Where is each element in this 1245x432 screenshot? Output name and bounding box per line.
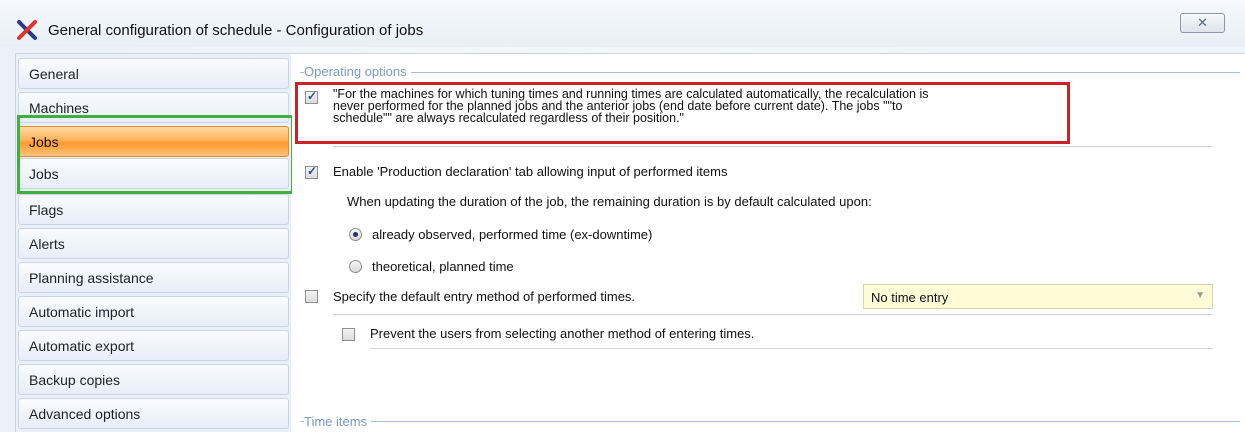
- group-divider: [300, 421, 1240, 422]
- group-divider: [300, 72, 1240, 73]
- sidebar-item-planning-assistance[interactable]: Planning assistance: [18, 262, 289, 293]
- entry-method-checkbox[interactable]: [305, 290, 318, 303]
- sidebar-item-label: Advanced options: [29, 406, 141, 422]
- check-icon: ✓: [307, 89, 318, 103]
- sidebar-item-label: Jobs: [29, 134, 59, 150]
- radio-observed-time-label: already observed, performed time (ex-dow…: [372, 227, 653, 242]
- sidebar-item-automatic-import[interactable]: Automatic import: [18, 296, 289, 327]
- duration-hint: When updating the duration of the job, t…: [347, 194, 872, 209]
- sidebar-item-label: Alerts: [29, 236, 65, 252]
- sidebar-item-advanced-options[interactable]: Advanced options: [18, 398, 289, 429]
- entry-method-select[interactable]: No time entry ▼: [863, 284, 1213, 309]
- chevron-down-icon: ▼: [1195, 290, 1205, 301]
- sidebar-item-machines[interactable]: Machines: [18, 92, 289, 123]
- radio-planned-time-label: theoretical, planned time: [372, 259, 514, 274]
- row-separator: [333, 146, 1213, 147]
- radio-planned-time[interactable]: [349, 260, 362, 273]
- production-declaration-label: Enable 'Production declaration' tab allo…: [333, 164, 728, 179]
- entry-method-value: No time entry: [871, 290, 949, 305]
- recalc-checkbox[interactable]: ✓: [305, 89, 318, 104]
- sidebar-item-label: Flags: [29, 202, 64, 218]
- sidebar-item-label: General: [29, 66, 79, 82]
- sidebar-item-label: Machines: [29, 100, 89, 116]
- sidebar-item-label: Planning assistance: [29, 270, 154, 286]
- prevent-users-label: Prevent the users from selecting another…: [370, 326, 755, 341]
- sidebar-item-jobs[interactable]: Jobs: [18, 158, 289, 189]
- x-logo-icon: [17, 20, 37, 40]
- row-separator: [333, 314, 1213, 315]
- sidebar-item-label: Automatic export: [29, 338, 135, 354]
- group-title-time-items: Time items: [304, 414, 372, 429]
- close-button[interactable]: ✕: [1180, 13, 1225, 33]
- check-icon: ✓: [307, 164, 318, 178]
- title-bar: General configuration of schedule - Conf…: [0, 0, 1245, 47]
- sidebar-item-flags[interactable]: Flags: [18, 194, 289, 225]
- row-separator: [370, 348, 1213, 349]
- group-title-operating-options: Operating options: [304, 64, 411, 79]
- sidebar-item-jobs-active[interactable]: Jobs: [18, 126, 289, 157]
- sidebar-item-label: Jobs: [29, 166, 59, 182]
- close-icon: ✕: [1197, 15, 1208, 30]
- sidebar-item-alerts[interactable]: Alerts: [18, 228, 289, 259]
- recalc-description: "For the machines for which tuning times…: [333, 87, 929, 125]
- entry-method-label: Specify the default entry method of perf…: [333, 289, 636, 304]
- prevent-users-checkbox[interactable]: [342, 328, 355, 341]
- radio-observed-time[interactable]: [349, 228, 362, 241]
- sidebar-item-label: Automatic import: [29, 304, 135, 320]
- sidebar-item-label: Backup copies: [29, 372, 121, 388]
- sidebar-item-automatic-export[interactable]: Automatic export: [18, 330, 289, 361]
- sidebar-item-backup-copies[interactable]: Backup copies: [18, 364, 289, 395]
- config-window: General configuration of schedule - Conf…: [0, 0, 1245, 432]
- sidebar: General Machines Jobs Jobs Flags Alerts …: [16, 54, 291, 432]
- production-declaration-checkbox[interactable]: ✓: [305, 164, 318, 179]
- window-title: General configuration of schedule - Conf…: [48, 22, 424, 39]
- sidebar-item-general[interactable]: General: [18, 58, 289, 89]
- radio-selected-dot: [353, 232, 358, 237]
